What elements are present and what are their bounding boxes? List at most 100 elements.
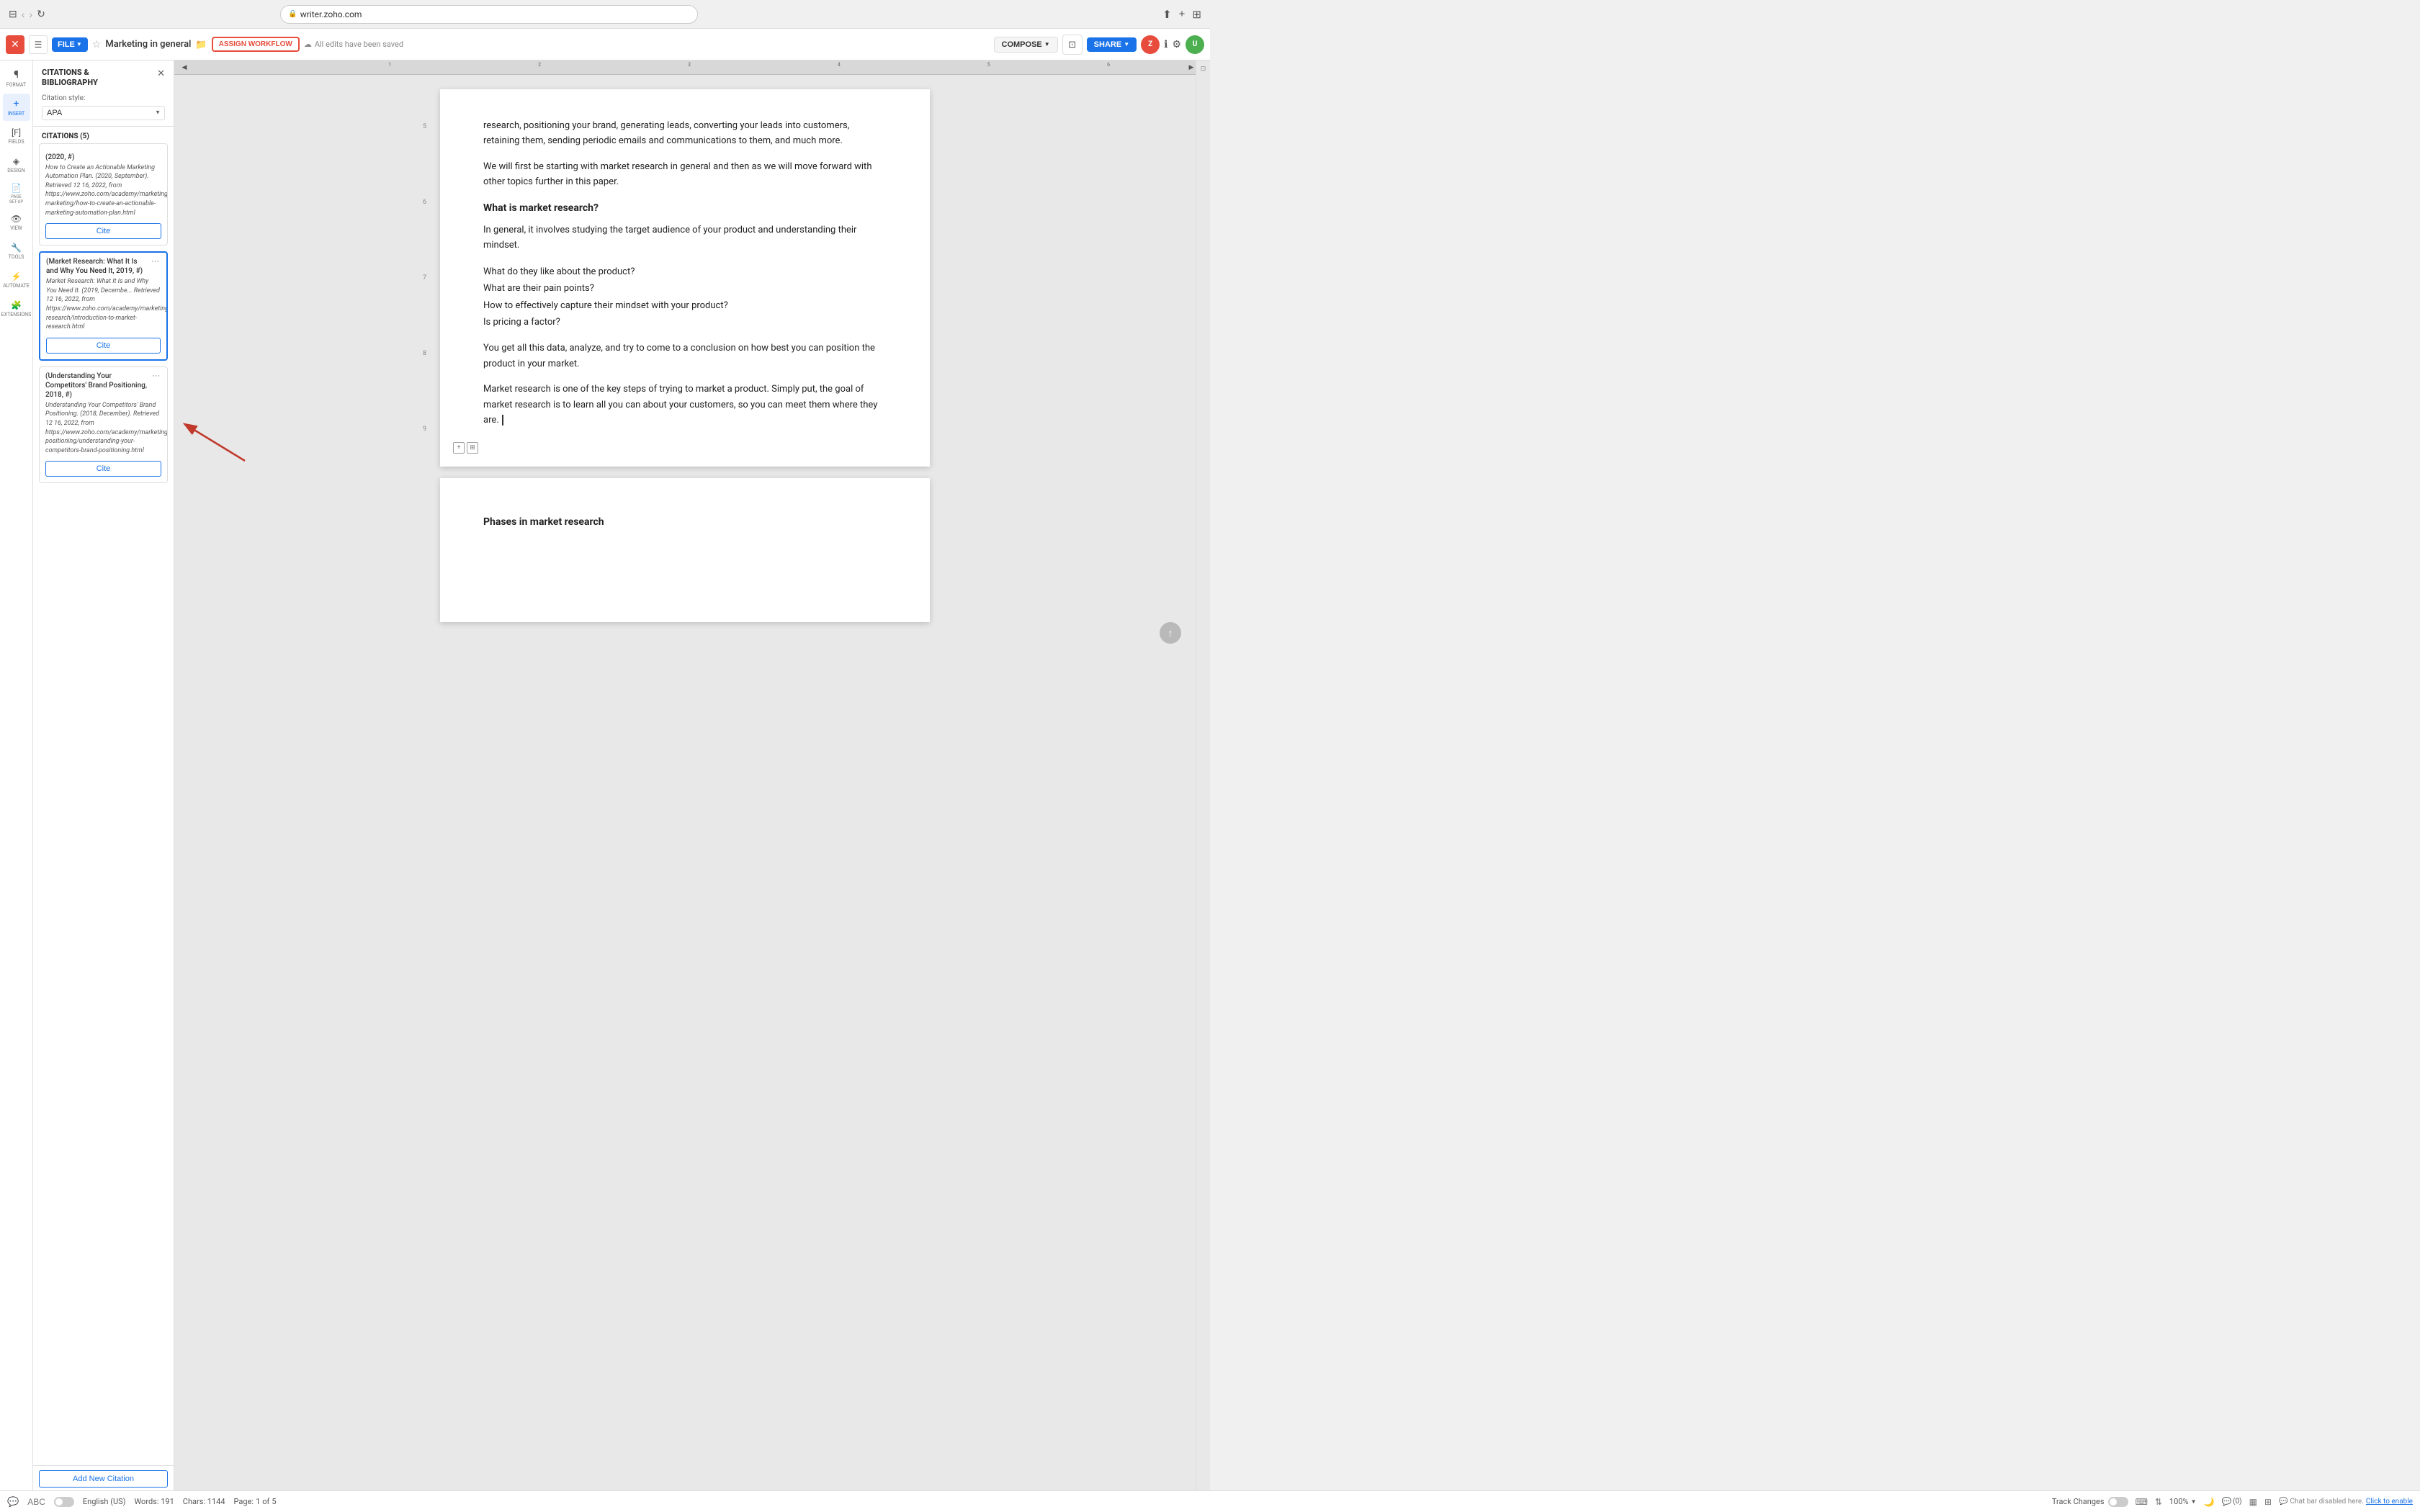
status-bar: 💬 ABC English (US) Words: 191 Chars: 114… [0,1490,2420,1512]
margin-mark-5: 5 [423,122,426,132]
share-button[interactable]: SHARE ▼ [1087,37,1137,52]
assign-workflow-button[interactable]: ASSIGN WORKFLOW [212,37,300,52]
view-toggle-button[interactable]: ⊡ [1062,35,1083,55]
page-setup-label: PAGESET-UP [9,194,23,204]
words-count: 191 [161,1497,174,1506]
grid-view-btn[interactable]: ⊞ [2264,1497,2272,1507]
address-bar[interactable]: 🔒 writer.zoho.com [280,5,698,24]
new-tab-btn[interactable]: + [1179,8,1186,20]
nav-refresh[interactable]: ↻ [37,8,45,20]
ruler-mark-5: 5 [987,62,990,68]
bullet-questions: What do they like about the product? Wha… [483,264,887,331]
citation-1-text: How to Create an Actionable Marketing Au… [40,163,167,221]
nav-forward[interactable]: › [29,9,32,20]
icon-sidebar: ¶ FORMAT + INSERT [F] FIELDS ◈ DESIGN 📄 … [0,60,33,1512]
chars-label: Chars: [183,1497,205,1506]
spellcheck-btn[interactable]: ABC [27,1497,45,1507]
question-3: How to effectively capture their mindset… [483,297,887,314]
dark-mode-btn[interactable]: 🌙 [2203,1497,2214,1507]
format-label: FORMAT [6,82,26,88]
close-panel-button[interactable]: ✕ [157,68,165,79]
ruler: ◀ 1 2 3 4 5 6 ▶ [174,60,1196,75]
sidebar-item-fields[interactable]: [F] FIELDS [3,122,30,150]
sidebar-item-automate[interactable]: ⚡ AUTOMATE [3,266,30,294]
table-hint-grid-icon: ⊞ [467,442,478,454]
page-of: of [262,1497,269,1506]
citation-item-2: (Market Research: What It Is and Why You… [39,251,168,361]
file-arrow-icon: ▼ [76,41,82,48]
citation-2-header: (Market Research: What It Is and Why You… [40,253,166,277]
fields-icon: [F] [12,127,21,138]
status-bar-right: Track Changes ⌨ ⇅ 100% ▼ 🌙 💬 (0) ▦ ⊞ 💬 C… [2052,1497,2413,1507]
citation-style-select[interactable]: APA [42,106,165,120]
sidebar-item-view[interactable]: 👁 VIEW [3,209,30,236]
table-hint-plus-icon: + [453,442,465,454]
track-changes-toggle[interactable] [2108,1497,2128,1507]
nav-back[interactable]: ‹ [22,9,25,20]
sidebar-toggle-browser[interactable]: ⊟ [9,8,17,20]
insert-label: INSERT [8,111,24,117]
sidebar-item-tools[interactable]: 🔧 TOOLS [3,238,30,265]
sidebar-item-design[interactable]: ◈ DESIGN [3,151,30,179]
question-1: What do they like about the product? [483,264,887,280]
paragraph-2: We will first be starting with market re… [483,159,887,190]
zoom-selector[interactable]: 100% ▼ [2169,1497,2197,1506]
cite-button-2[interactable]: Cite [46,338,161,354]
paragraph-1: research, positioning your brand, genera… [483,118,887,149]
chars-count: 1144 [207,1497,225,1506]
scroll-to-top-button[interactable]: ↑ [1160,622,1181,644]
click-to-enable-link[interactable]: Click to enable [2366,1498,2413,1506]
sidebar-item-page-setup[interactable]: 📄 PAGESET-UP [3,180,30,207]
main-layout: ¶ FORMAT + INSERT [F] FIELDS ◈ DESIGN 📄 … [0,60,1210,1512]
folder-button[interactable]: 📁 [195,39,207,50]
citation-2-menu-button[interactable]: ··· [150,257,161,266]
compose-arrow-icon: ▼ [1044,41,1050,48]
paragraph-4: You get all this data, analyze, and try … [483,341,887,372]
info-button[interactable]: ℹ [1164,38,1168,50]
track-changes-label: Track Changes [2052,1497,2105,1506]
chars-status: Chars: 1144 [183,1497,225,1506]
user-avatar[interactable]: U [1186,35,1204,54]
settings-button[interactable]: ⚙ [1172,38,1181,50]
add-citation-button[interactable]: Add New Citation [39,1470,168,1488]
sort-icon-btn[interactable]: ⇅ [2155,1497,2162,1507]
right-sidebar: ⊡ [1196,60,1210,1512]
comment-btn-status[interactable]: 💬 [7,1496,19,1508]
sidebar-item-extensions[interactable]: 🧩 EXTENSIONS [3,295,30,323]
toggle-status[interactable] [54,1497,74,1507]
cite-button-3[interactable]: Cite [45,461,161,477]
citation-3-menu-button[interactable]: ··· [151,372,161,380]
autosave-status: ☁ All edits have been saved [304,40,403,49]
sidebar-item-format[interactable]: ¶ FORMAT [3,65,30,92]
comments-count[interactable]: 💬 (0) [2221,1497,2241,1506]
layout-btn[interactable]: ▦ [2249,1497,2257,1507]
page-status: Page: 1 of 5 [234,1497,277,1506]
design-label: DESIGN [7,168,24,174]
ruler-left-arrow[interactable]: ◀ [180,63,189,72]
sidebar-item-insert[interactable]: + INSERT [3,94,30,121]
keyboard-icon-btn[interactable]: ⌨ [2136,1497,2148,1507]
close-button[interactable]: ✕ [6,35,24,54]
automate-label: AUTOMATE [3,283,29,289]
comments-badge: (0) [2233,1498,2242,1506]
compose-button[interactable]: COMPOSE ▼ [994,37,1058,53]
citation-item-3: (Understanding Your Competitors' Brand P… [39,366,168,484]
cite-button-1[interactable]: Cite [45,223,161,239]
browser-actions: ⬆ + ⊞ [1162,8,1201,21]
page-total: 5 [272,1497,276,1506]
ruler-marks: 1 2 3 4 5 6 [189,60,1187,74]
star-button[interactable]: ☆ [92,38,102,50]
question-2: What are their pain points? [483,280,887,297]
citations-panel: CITATIONS & BIBLIOGRAPHY ✕ Citation styl… [33,60,174,1512]
ruler-right-arrow[interactable]: ▶ [1187,63,1196,72]
citations-list: (2020, #) How to Create an Actionable Ma… [33,143,174,1465]
document-area-wrapper: ◀ 1 2 3 4 5 6 ▶ 5 6 7 8 9 [174,60,1196,1512]
extensions-btn[interactable]: ⊞ [1192,8,1201,21]
table-insert-hint[interactable]: + ⊞ [453,442,478,454]
share-page-btn[interactable]: ⬆ [1162,8,1172,21]
toggle-knob [55,1498,63,1506]
chat-bar-notice: 💬 Chat bar disabled here. Click to enabl… [2279,1498,2413,1506]
doc-scroll-area[interactable]: 5 6 7 8 9 research, positioning your bra… [174,75,1196,1512]
sidebar-toggle-app[interactable]: ☰ [29,35,48,54]
file-button[interactable]: FILE ▼ [52,37,88,52]
